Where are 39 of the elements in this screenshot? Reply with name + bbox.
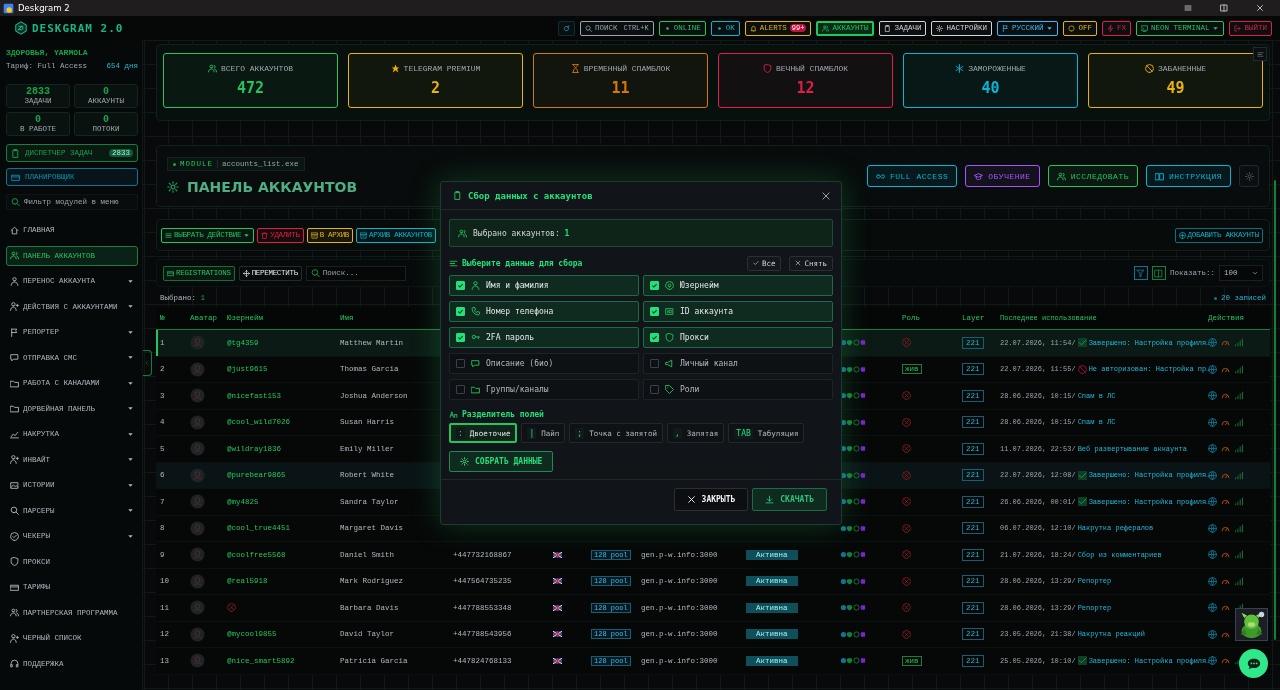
stat-value: 0: [35, 115, 41, 125]
field-label: 2FA пароль: [486, 333, 535, 342]
app-logo: DESKGRAM 2.0: [32, 21, 124, 35]
field-label: Роли: [680, 385, 700, 394]
selected-accounts: Выбрано аккаунтов: 1: [473, 228, 570, 238]
separator-symbol: :: [456, 427, 465, 439]
field-label: Номер телефона: [486, 307, 554, 316]
stat-value: 40: [981, 79, 1000, 97]
stat-label: ВЕЧНЫЙ СПАМБЛОК: [776, 64, 848, 73]
stat-label: ЗАМОРОЖЕННЫЕ: [968, 64, 1026, 73]
field-label: Прокси: [680, 333, 709, 342]
separator-symbol: ;: [575, 427, 585, 439]
dialog-title: Сбор данных с аккаунтов: [468, 190, 593, 201]
field-label: Имя и фамилия: [486, 281, 549, 290]
stat-value: 49: [1166, 79, 1185, 97]
stat-value: 0: [103, 87, 109, 97]
window-title: Deskgram 2: [18, 3, 70, 13]
field-label: Юзернейм: [680, 281, 719, 290]
field-label: Описание (био): [486, 359, 554, 368]
page-title: ПАНЕЛЬ АККАУНТОВ: [187, 179, 358, 195]
greeting: ЗДОРОВЬЯ, YARMOLA: [6, 48, 89, 57]
stat-value: 0: [103, 115, 109, 125]
stat-label: ВСЕГО АККАУНТОВ: [221, 64, 293, 73]
separator-symbol: ,: [672, 427, 682, 439]
stat-value: 2833: [26, 87, 50, 97]
section-title: Выберите данные для сбора: [462, 258, 583, 268]
section-title: Разделитель полей: [462, 409, 544, 419]
stat-label: ВРЕМЕННЫЙ СПАМБЛОК: [583, 64, 671, 73]
stat-value: 2: [431, 79, 440, 97]
stat-value: 472: [236, 79, 265, 97]
field-label: Группы/каналы: [486, 385, 549, 394]
stat-value: 12: [796, 79, 815, 97]
field-label: Личный канал: [680, 359, 738, 368]
stat-value: 11: [611, 79, 630, 97]
separator-symbol: TAB: [734, 427, 753, 439]
stat-label: ЗАБАНЕННЫЕ: [1158, 64, 1206, 73]
separator-symbol: |: [527, 427, 537, 439]
field-label: ID аккаунта: [680, 307, 733, 316]
stat-label: TELEGRAM PREMIUM: [403, 64, 481, 73]
